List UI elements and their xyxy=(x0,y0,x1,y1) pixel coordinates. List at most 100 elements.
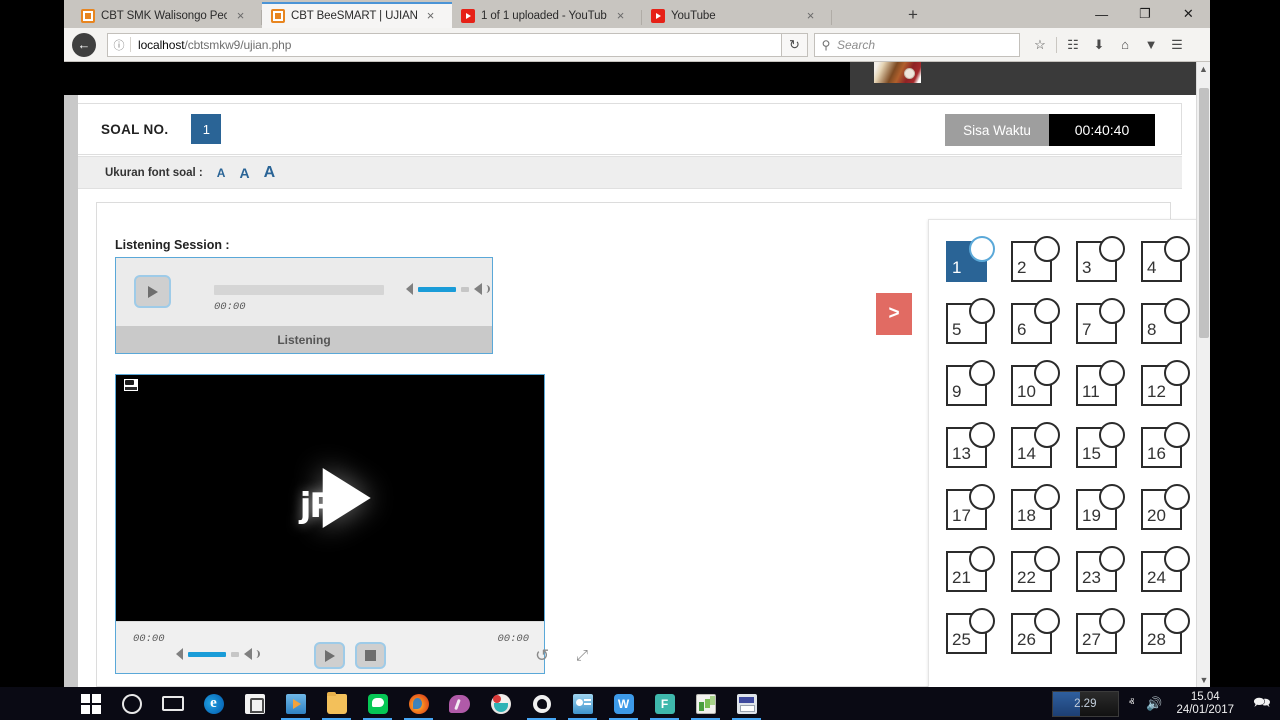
font-size-medium-button[interactable]: A xyxy=(239,165,249,181)
question-number-16[interactable]: 16 xyxy=(1141,422,1190,468)
pocket-icon[interactable]: ▼ xyxy=(1139,33,1163,57)
loop-icon[interactable]: ↺ xyxy=(535,646,549,666)
media-player-button[interactable] xyxy=(275,687,316,720)
settings-button[interactable] xyxy=(521,687,562,720)
speaker-mute-icon[interactable] xyxy=(406,283,413,295)
question-doubt-marker-icon[interactable] xyxy=(969,484,995,510)
question-number-26[interactable]: 26 xyxy=(1011,608,1060,654)
paint-button[interactable] xyxy=(480,687,521,720)
cortana-button[interactable] xyxy=(111,687,152,720)
task-view-button[interactable] xyxy=(152,687,193,720)
question-number-7[interactable]: 7 xyxy=(1076,298,1125,344)
question-number-8[interactable]: 8 xyxy=(1141,298,1190,344)
store-button[interactable] xyxy=(234,687,275,720)
volume-slider-filled[interactable] xyxy=(418,286,456,292)
question-number-28[interactable]: 28 xyxy=(1141,608,1190,654)
printer-app-button[interactable] xyxy=(726,687,767,720)
search-bar[interactable]: ⚲ Search xyxy=(814,32,1020,57)
question-number-13[interactable]: 13 xyxy=(946,422,995,468)
new-tab-button[interactable]: + xyxy=(902,5,924,26)
question-number-12[interactable]: 12 xyxy=(1141,360,1190,406)
start-button[interactable] xyxy=(70,687,111,720)
audio-volume-control[interactable] xyxy=(406,283,490,295)
question-doubt-marker-icon[interactable] xyxy=(1034,236,1060,262)
reload-icon[interactable]: ↻ xyxy=(782,32,808,57)
question-doubt-marker-icon[interactable] xyxy=(969,422,995,448)
file-explorer-button[interactable] xyxy=(316,687,357,720)
question-number-15[interactable]: 15 xyxy=(1076,422,1125,468)
speaker-mute-icon[interactable] xyxy=(176,648,183,660)
video-volume-control[interactable] xyxy=(176,648,260,660)
font-size-large-button[interactable]: A xyxy=(264,164,276,182)
question-number-23[interactable]: 23 xyxy=(1076,546,1125,592)
browser-tab-3[interactable]: 1 of 1 uploaded - YouTube × xyxy=(452,2,642,28)
menu-icon[interactable]: ☰ xyxy=(1165,33,1189,57)
cpu-meter-gadget[interactable]: 2.29 xyxy=(1051,690,1119,717)
site-info-icon[interactable]: ⓘ xyxy=(108,37,130,53)
browser-tab-3-close-icon[interactable]: × xyxy=(613,8,628,24)
question-number-4[interactable]: 4 xyxy=(1141,236,1190,282)
scroll-up-arrow-icon[interactable]: ▲ xyxy=(1197,62,1210,76)
question-number-19[interactable]: 19 xyxy=(1076,484,1125,530)
question-doubt-marker-icon[interactable] xyxy=(1164,236,1190,262)
question-doubt-marker-icon[interactable] xyxy=(969,608,995,634)
question-number-2[interactable]: 2 xyxy=(1011,236,1060,282)
question-number-10[interactable]: 10 xyxy=(1011,360,1060,406)
question-doubt-marker-icon[interactable] xyxy=(1034,484,1060,510)
home-icon[interactable]: ⌂ xyxy=(1113,33,1137,57)
browser-tab-1-close-icon[interactable]: × xyxy=(233,8,248,24)
question-doubt-marker-icon[interactable] xyxy=(1099,360,1125,386)
question-number-11[interactable]: 11 xyxy=(1076,360,1125,406)
question-doubt-marker-icon[interactable] xyxy=(1034,360,1060,386)
video-stage[interactable]: jP xyxy=(116,375,544,621)
question-doubt-marker-icon[interactable] xyxy=(1099,422,1125,448)
volume-slider-filled[interactable] xyxy=(188,651,226,657)
scroll-down-arrow-icon[interactable]: ▼ xyxy=(1197,673,1210,687)
browser-tab-4[interactable]: YouTube × xyxy=(642,2,832,28)
edge-button[interactable]: e xyxy=(193,687,234,720)
audio-seek-slider[interactable] xyxy=(214,285,384,295)
show-hidden-icons-icon[interactable]: ⱏ xyxy=(1129,697,1134,710)
question-number-18[interactable]: 18 xyxy=(1011,484,1060,530)
question-number-20[interactable]: 20 xyxy=(1141,484,1190,530)
question-number-5[interactable]: 5 xyxy=(946,298,995,344)
contacts-button[interactable] xyxy=(562,687,603,720)
action-center-icon[interactable]: 🗪 xyxy=(1250,692,1274,716)
speaker-loud-icon[interactable] xyxy=(474,283,490,295)
question-doubt-marker-icon[interactable] xyxy=(969,546,995,572)
question-doubt-marker-icon[interactable] xyxy=(1034,546,1060,572)
line-button[interactable] xyxy=(357,687,398,720)
question-doubt-marker-icon[interactable] xyxy=(1164,298,1190,324)
question-doubt-marker-icon[interactable] xyxy=(1034,298,1060,324)
font-size-small-button[interactable]: A xyxy=(217,166,226,180)
browser-tab-4-close-icon[interactable]: × xyxy=(803,8,818,24)
purple-app-button[interactable] xyxy=(439,687,480,720)
question-number-1[interactable]: 1 xyxy=(946,236,995,282)
volume-slider-track[interactable] xyxy=(461,286,469,292)
maximize-button[interactable]: ❐ xyxy=(1123,0,1166,28)
url-bar[interactable]: ⓘ localhost/cbtsmkw9/ujian.php xyxy=(107,32,782,57)
question-doubt-marker-icon[interactable] xyxy=(1164,546,1190,572)
question-doubt-marker-icon[interactable] xyxy=(969,298,995,324)
taskbar-clock[interactable]: 15.04 24/01/2017 xyxy=(1176,691,1234,717)
question-number-21[interactable]: 21 xyxy=(946,546,995,592)
question-doubt-marker-icon[interactable] xyxy=(1099,608,1125,634)
firefox-button[interactable] xyxy=(398,687,439,720)
volume-icon[interactable]: 🔊 xyxy=(1146,696,1162,712)
question-number-25[interactable]: 25 xyxy=(946,608,995,654)
question-number-27[interactable]: 27 xyxy=(1076,608,1125,654)
question-doubt-marker-icon[interactable] xyxy=(1164,484,1190,510)
question-number-6[interactable]: 6 xyxy=(1011,298,1060,344)
browser-tab-2-close-icon[interactable]: × xyxy=(423,8,438,24)
question-doubt-marker-icon[interactable] xyxy=(1099,298,1125,324)
minimize-button[interactable]: — xyxy=(1080,0,1123,28)
question-doubt-marker-icon[interactable] xyxy=(1034,422,1060,448)
close-window-button[interactable]: ✕ xyxy=(1167,0,1210,28)
question-doubt-marker-icon[interactable] xyxy=(969,360,995,386)
speaker-loud-icon[interactable] xyxy=(244,648,260,660)
video-play-button[interactable] xyxy=(314,642,345,669)
question-doubt-marker-icon[interactable] xyxy=(969,236,995,262)
question-number-22[interactable]: 22 xyxy=(1011,546,1060,592)
volume-slider-track[interactable] xyxy=(231,651,239,657)
question-doubt-marker-icon[interactable] xyxy=(1164,360,1190,386)
